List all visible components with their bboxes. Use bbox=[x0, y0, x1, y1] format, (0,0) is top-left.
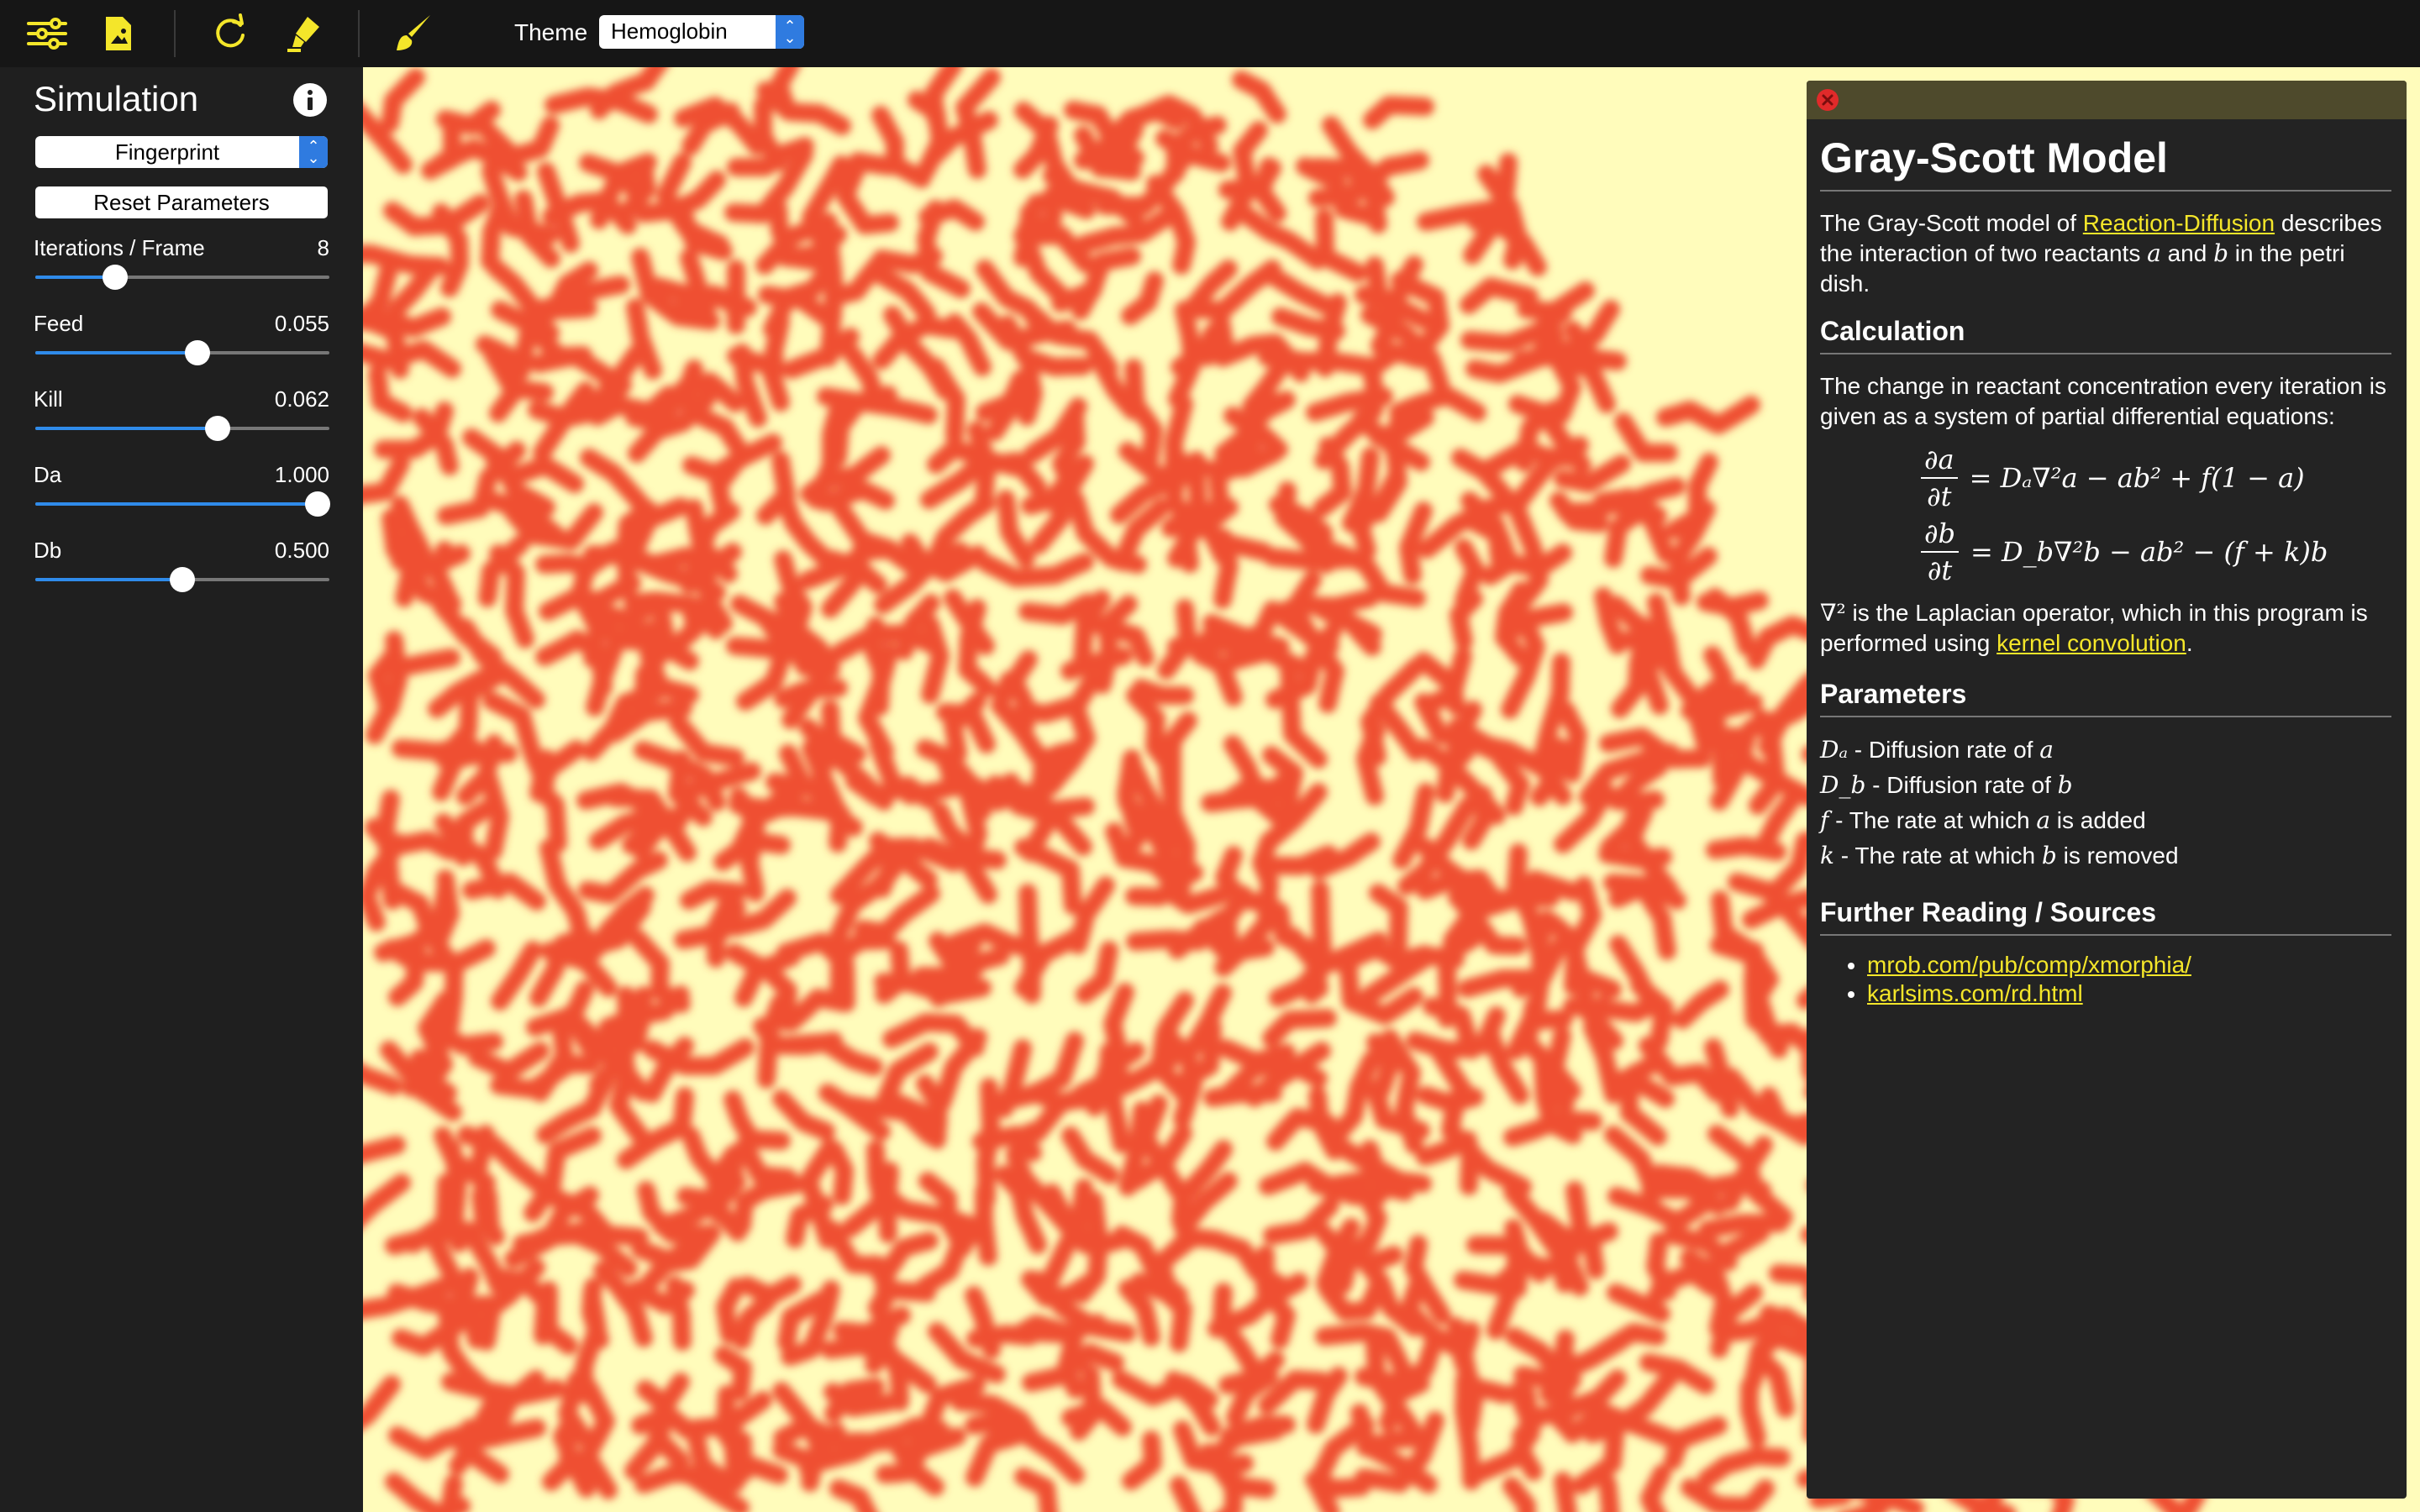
reset-parameters-button[interactable]: Reset Parameters bbox=[35, 186, 328, 218]
source-item: mrob.com/pub/comp/xmorphia/ bbox=[1867, 951, 2391, 979]
info-panel: Gray-Scott Model The Gray-Scott model of… bbox=[1807, 81, 2407, 1499]
preset-select[interactable]: Fingerprint ⌃ ⌄ bbox=[35, 136, 328, 168]
simulation-sidebar: Simulation Fingerprint ⌃ ⌄ Reset Paramete… bbox=[0, 67, 363, 1512]
param-label: Iterations / Frame bbox=[34, 235, 205, 260]
equation-a: ∂a ∂t = Dₐ∇²a − ab² + f(1 − a) bbox=[1921, 444, 2391, 512]
save-image-icon[interactable] bbox=[96, 12, 139, 55]
param-value: 0.062 bbox=[274, 386, 329, 412]
param-da: Da 1.000 bbox=[34, 462, 330, 529]
param-feed: Feed 0.055 bbox=[34, 311, 329, 378]
parameters-heading: Parameters bbox=[1820, 677, 2391, 717]
calculation-heading: Calculation bbox=[1820, 314, 2391, 354]
param-label: Db bbox=[34, 538, 62, 563]
theme-select[interactable]: Hemoglobin ⌃ ⌄ bbox=[599, 15, 804, 49]
parameter-item: k - The rate at which b is removed bbox=[1820, 842, 2179, 869]
slider-thumb[interactable] bbox=[205, 416, 230, 441]
slider-thumb[interactable] bbox=[305, 491, 330, 517]
settings-sliders-icon[interactable] bbox=[25, 12, 69, 55]
source-link[interactable]: karlsims.com/rd.html bbox=[1867, 980, 2083, 1006]
param-slider[interactable] bbox=[35, 416, 329, 441]
sidebar-title: Simulation bbox=[34, 79, 199, 118]
info-icon[interactable] bbox=[292, 82, 328, 118]
param-value: 1.000 bbox=[274, 462, 329, 487]
param-slider[interactable] bbox=[35, 265, 329, 290]
source-link[interactable]: mrob.com/pub/comp/xmorphia/ bbox=[1867, 952, 2191, 978]
slider-thumb[interactable] bbox=[102, 265, 128, 290]
refresh-icon[interactable] bbox=[208, 12, 252, 55]
param-iterations-frame: Iterations / Frame 8 bbox=[34, 235, 329, 302]
close-icon[interactable] bbox=[1815, 87, 1840, 113]
theme-select-value: Hemoglobin bbox=[611, 18, 728, 44]
param-slider[interactable] bbox=[35, 340, 329, 365]
param-label: Da bbox=[34, 462, 62, 487]
panel-content: Gray-Scott Model The Gray-Scott model of… bbox=[1820, 131, 2391, 1008]
equation-b: ∂b ∂t = D_b∇²b − ab² − (f + k)b bbox=[1921, 517, 2391, 586]
panel-header bbox=[1807, 81, 2407, 119]
select-arrows-icon: ⌃ ⌄ bbox=[299, 136, 328, 168]
param-value: 0.055 bbox=[274, 311, 329, 336]
parameter-item: f - The rate at which a is added bbox=[1820, 806, 2146, 834]
highlighter-icon[interactable] bbox=[282, 12, 326, 55]
slider-thumb[interactable] bbox=[184, 340, 210, 365]
param-value: 0.500 bbox=[274, 538, 329, 563]
param-label: Feed bbox=[34, 311, 84, 336]
kernel-convolution-link[interactable]: kernel convolution bbox=[1996, 630, 2186, 656]
source-item: karlsims.com/rd.html bbox=[1867, 979, 2391, 1008]
reaction-diffusion-link[interactable]: Reaction-Diffusion bbox=[2083, 210, 2275, 236]
top-toolbar: Theme Hemoglobin ⌃ ⌄ bbox=[0, 0, 2420, 67]
laplacian-paragraph: ∇² is the Laplacian operator, which in t… bbox=[1820, 599, 2368, 656]
slider-thumb[interactable] bbox=[170, 567, 195, 592]
parameter-list: Dₐ - Diffusion rate of a D_b - Diffusion … bbox=[1820, 732, 2391, 874]
param-label: Kill bbox=[34, 386, 63, 412]
preset-select-value: Fingerprint bbox=[114, 139, 220, 165]
sources-list: mrob.com/pub/comp/xmorphia/karlsims.com/… bbox=[1820, 951, 2391, 1008]
calculation-text: The change in reactant concentration eve… bbox=[1820, 373, 2386, 429]
parameter-item: D_b - Diffusion rate of b bbox=[1820, 771, 2073, 799]
intro-paragraph: The Gray-Scott model of Reaction-Diffusi… bbox=[1820, 210, 2382, 297]
panel-title: Gray-Scott Model bbox=[1820, 131, 2391, 192]
parameter-item: Dₐ - Diffusion rate of a bbox=[1820, 736, 2054, 764]
param-value: 8 bbox=[317, 235, 329, 260]
param-slider[interactable] bbox=[35, 567, 329, 592]
sources-heading: Further Reading / Sources bbox=[1820, 895, 2391, 936]
param-db: Db 0.500 bbox=[34, 538, 329, 605]
param-kill: Kill 0.062 bbox=[34, 386, 329, 454]
param-slider[interactable] bbox=[35, 491, 330, 517]
brush-icon[interactable] bbox=[392, 12, 435, 55]
theme-label: Theme bbox=[514, 19, 588, 45]
select-arrows-icon: ⌃ ⌄ bbox=[776, 15, 804, 49]
